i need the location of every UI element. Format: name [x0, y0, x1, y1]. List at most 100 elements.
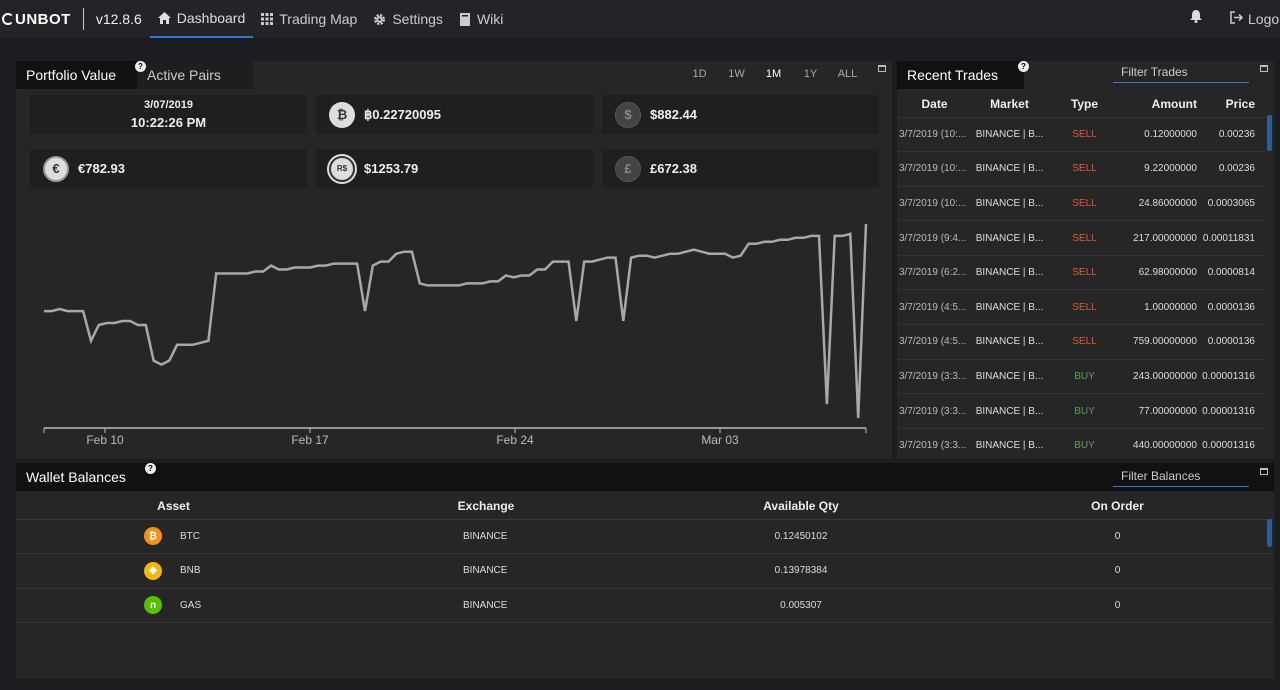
tab-recent-trades[interactable]: Recent Trades: [897, 61, 1024, 89]
wallet-header-asset[interactable]: Asset: [16, 493, 331, 520]
wallet-scrollbar[interactable]: [1267, 519, 1272, 547]
trade-price: 0.00001316: [1197, 358, 1265, 394]
wallet-row[interactable]: ◆ BNB BINANCE 0.13978384 0: [16, 553, 1274, 589]
tab-active-pairs[interactable]: Active Pairs: [137, 61, 253, 89]
trade-market: BINANCE | B...: [972, 324, 1047, 360]
trade-price: 0.00011831: [1197, 220, 1265, 256]
tab-portfolio-value[interactable]: Portfolio Value: [16, 61, 137, 89]
trade-type: SELL: [1047, 151, 1122, 187]
book-icon: [459, 12, 471, 26]
wallet-tabs: Wallet Balances: [16, 463, 1274, 491]
trades-scrollbar[interactable]: [1267, 115, 1272, 151]
trade-amount: 0.12000000: [1122, 116, 1197, 152]
wallet-header-qty[interactable]: Available Qty: [641, 493, 961, 520]
portfolio-chart: Feb 10 Feb 17 Feb 24 Mar 03: [30, 214, 870, 452]
timeframe-1w[interactable]: 1W: [718, 68, 755, 80]
trade-amount: 9.22000000: [1122, 151, 1197, 187]
trade-row[interactable]: 3/7/2019 (3:3... BINANCE | B... BUY 243.000…: [897, 358, 1265, 394]
wallet-maximize-icon[interactable]: [1260, 468, 1268, 475]
recent-trades-panel: Recent Trades ? Filter Trades Date Marke…: [897, 61, 1274, 463]
trade-date: 3/7/2019 (4:5...: [897, 289, 972, 325]
bitcoin-icon: ₿: [329, 101, 355, 128]
brl-value: $1253.79: [364, 161, 419, 176]
wallet-header-on-order[interactable]: On Order: [961, 493, 1274, 520]
trades-header-type[interactable]: Type: [1047, 91, 1122, 117]
trade-type: SELL: [1047, 254, 1122, 290]
x-tick-label: Feb 24: [496, 433, 534, 447]
trades-help-icon[interactable]: ?: [1018, 61, 1029, 72]
wallet-row[interactable]: n GAS BINANCE 0.005307 0: [16, 588, 1274, 623]
usd-value-card: $ $882.44: [602, 95, 879, 134]
wallet-row[interactable]: ₿ BTC BINANCE 0.12450102 0: [16, 519, 1274, 554]
gear-icon: [373, 13, 386, 26]
gunbot-logo-icon: [2, 13, 14, 25]
trade-type: SELL: [1047, 289, 1122, 325]
wallet-available-qty: 0.12450102: [641, 519, 961, 554]
wallet-asset-label: BNB: [180, 565, 201, 577]
timeframe-1m[interactable]: 1M: [755, 68, 792, 80]
trade-amount: 759.00000000: [1122, 324, 1197, 360]
trade-row[interactable]: 3/7/2019 (10:... BINANCE | B... SELL 9.2200…: [897, 151, 1265, 187]
timeframe-1y[interactable]: 1Y: [792, 68, 829, 80]
nav-trading-map[interactable]: Trading Map: [253, 0, 365, 38]
trade-type: BUY: [1047, 427, 1122, 463]
trade-row[interactable]: 3/7/2019 (10:... BINANCE | B... SELL 0.1200…: [897, 116, 1265, 152]
bnb-icon: ◆: [144, 561, 162, 580]
trades-header-date[interactable]: Date: [897, 91, 972, 117]
trade-type: BUY: [1047, 358, 1122, 394]
trade-price: 0.00236: [1197, 151, 1265, 187]
logout-icon: [1230, 11, 1244, 27]
x-tick-label: Mar 03: [701, 433, 739, 447]
brl-value-card: R$ $1253.79: [316, 149, 593, 188]
trade-row[interactable]: 3/7/2019 (3:3... BINANCE | B... BUY 77.0000…: [897, 393, 1265, 429]
bell-icon[interactable]: [1190, 10, 1202, 28]
trade-amount: 217.00000000: [1122, 220, 1197, 256]
usd-value: $882.44: [650, 107, 697, 122]
pound-icon: £: [615, 155, 641, 182]
real-icon: R$: [329, 155, 355, 182]
timeframe-1d[interactable]: 1D: [681, 68, 718, 80]
wallet-on-order: 0: [961, 588, 1274, 623]
trades-maximize-icon[interactable]: [1260, 65, 1268, 72]
wallet-exchange: BINANCE: [331, 519, 641, 554]
logout-button[interactable]: Logout: [1230, 11, 1280, 27]
trades-header-market[interactable]: Market: [972, 91, 1047, 117]
trade-amount: 77.00000000: [1122, 393, 1197, 429]
nav-trading-map-label: Trading Map: [279, 11, 358, 27]
tab-wallet-balances[interactable]: Wallet Balances: [16, 463, 142, 491]
dollar-icon: $: [615, 101, 641, 128]
trade-row[interactable]: 3/7/2019 (10:... BINANCE | B... SELL 24.860…: [897, 185, 1265, 221]
trade-row[interactable]: 3/7/2019 (3:3... BINANCE | B... BUY 440.000…: [897, 427, 1265, 463]
wallet-help-icon[interactable]: ?: [145, 463, 156, 474]
current-date: 3/07/2019: [144, 99, 193, 111]
nav-wiki[interactable]: Wiki: [451, 0, 511, 38]
trade-row[interactable]: 3/7/2019 (4:5... BINANCE | B... SELL 1.0000…: [897, 289, 1265, 325]
wallet-exchange: BINANCE: [331, 553, 641, 589]
brand-logo[interactable]: UNBOT: [0, 11, 71, 28]
trade-row[interactable]: 3/7/2019 (6:2... BINANCE | B... SELL 62.980…: [897, 254, 1265, 290]
nav-dashboard[interactable]: Dashboard: [149, 0, 254, 38]
nav-settings-label: Settings: [392, 11, 443, 27]
trades-header-price[interactable]: Price: [1197, 91, 1265, 117]
portfolio-maximize-icon[interactable]: [878, 65, 886, 72]
trade-price: 0.0000136: [1197, 289, 1265, 325]
wallet-header-exchange[interactable]: Exchange: [331, 493, 641, 520]
portfolio-help-icon[interactable]: ?: [135, 61, 146, 72]
wallet-on-order: 0: [961, 519, 1274, 554]
current-time: 10:22:26 PM: [130, 115, 207, 130]
trade-price: 0.0003065: [1197, 185, 1265, 221]
wallet-asset-label: GAS: [180, 599, 202, 611]
trade-date: 3/7/2019 (9:4...: [897, 220, 972, 256]
trades-header-amount[interactable]: Amount: [1122, 91, 1197, 117]
trade-row[interactable]: 3/7/2019 (9:4... BINANCE | B... SELL 217.00…: [897, 220, 1265, 256]
wallet-asset-cell: n GAS: [16, 588, 331, 623]
timeframe-all[interactable]: ALL: [829, 68, 866, 80]
wallet-asset-label: BTC: [180, 530, 200, 542]
top-right-controls: Logout: [1190, 0, 1280, 38]
nav-settings[interactable]: Settings: [365, 0, 451, 38]
filter-balances-input[interactable]: Filter Balances: [1113, 465, 1249, 487]
filter-trades-input[interactable]: Filter Trades: [1113, 61, 1249, 83]
trade-row[interactable]: 3/7/2019 (4:5... BINANCE | B... SELL 759.00…: [897, 324, 1265, 360]
trade-price: 0.0000814: [1197, 254, 1265, 290]
trade-market: BINANCE | B...: [972, 393, 1047, 429]
